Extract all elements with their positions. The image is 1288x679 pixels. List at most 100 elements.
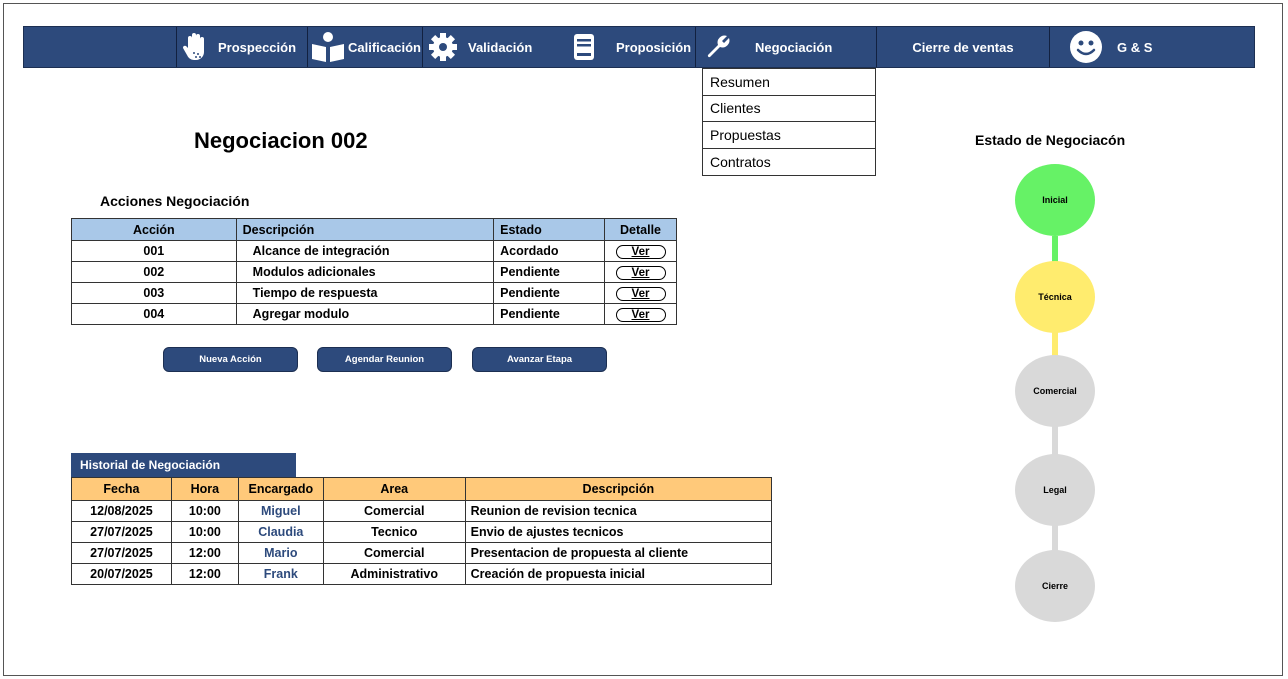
table-row: 27/07/2025 12:00 Mario Comercial Present…	[71, 542, 773, 564]
user-menu[interactable]: G & S	[1069, 27, 1179, 67]
detail-cell: Ver	[604, 261, 677, 283]
nav-label: Calificación	[348, 39, 421, 55]
detail-cell: Ver	[604, 240, 677, 262]
nav-label: Cierre de ventas	[912, 39, 1014, 55]
actions-section-title: Acciones Negociación	[100, 193, 250, 209]
history-table: Fecha Hora Encargado Area Descripción 12…	[71, 477, 773, 585]
ver-button[interactable]: Ver	[615, 286, 666, 301]
table-header-row: Fecha Hora Encargado Area Descripción	[71, 477, 773, 501]
action-id: 004	[71, 303, 237, 325]
dropdown-item-clientes[interactable]: Clientes	[703, 96, 875, 122]
status-panel-title: Estado de Negociacón	[975, 132, 1126, 148]
column-header: Estado	[493, 218, 606, 241]
dropdown-item-contratos[interactable]: Contratos	[703, 149, 875, 176]
nav-label: Negociación	[755, 39, 833, 55]
nav-divider	[1049, 27, 1050, 67]
stage-comercial: Comercial	[1015, 355, 1095, 427]
column-header: Detalle	[604, 218, 677, 241]
nav-divider	[176, 27, 177, 67]
nueva-accion-button[interactable]: Nueva Acción	[163, 347, 298, 372]
column-header: Fecha	[71, 477, 172, 501]
nav-item-prospeccion[interactable]: Prospección	[182, 27, 302, 67]
stage-legal: Legal	[1015, 454, 1095, 526]
stage-connector	[1052, 236, 1058, 262]
table-row: 27/07/2025 10:00 Claudia Tecnico Envio d…	[71, 521, 773, 543]
history-owner: Miguel	[237, 500, 324, 522]
column-header: Hora	[170, 477, 239, 501]
history-owner: Claudia	[237, 521, 324, 543]
action-status: Pendiente	[493, 282, 606, 304]
action-description: Tiempo de respuesta	[235, 282, 495, 304]
history-date: 20/07/2025	[71, 563, 172, 585]
stage-tecnica: Técnica	[1015, 261, 1095, 333]
ver-button[interactable]: Ver	[615, 307, 666, 322]
action-description: Agregar modulo	[235, 303, 495, 325]
stage-inicial: Inicial	[1015, 164, 1095, 236]
action-id: 001	[71, 240, 237, 262]
table-row: 002 Modulos adicionales Pendiente Ver	[71, 261, 677, 283]
book-icon	[572, 32, 596, 62]
history-tab[interactable]: Historial de Negociación	[71, 453, 296, 477]
user-name: G & S	[1117, 39, 1153, 55]
history-time: 12:00	[170, 542, 239, 564]
reader-icon	[310, 31, 346, 63]
avanzar-etapa-button[interactable]: Avanzar Etapa	[472, 347, 607, 372]
history-description: Envio de ajustes tecnicos	[464, 521, 773, 543]
column-header: Area	[322, 477, 466, 501]
column-header: Descripción	[235, 218, 495, 241]
history-area: Tecnico	[322, 521, 466, 543]
table-row: 20/07/2025 12:00 Frank Administrativo Cr…	[71, 563, 773, 585]
nav-item-calificacion[interactable]: Calificación	[310, 27, 422, 67]
stage-cierre: Cierre	[1015, 550, 1095, 622]
history-area: Administrativo	[322, 563, 466, 585]
history-date: 27/07/2025	[71, 542, 172, 564]
dropdown-item-propuestas[interactable]: Propuestas	[703, 122, 875, 149]
column-header: Acción	[71, 218, 237, 241]
nav-item-cierre-ventas[interactable]: Cierre de ventas	[877, 27, 1049, 67]
agendar-reunion-button[interactable]: Agendar Reunion	[317, 347, 452, 372]
nav-item-validacion[interactable]: Validación	[428, 27, 558, 67]
action-description: Modulos adicionales	[235, 261, 495, 283]
action-status: Acordado	[493, 240, 606, 262]
history-date: 12/08/2025	[71, 500, 172, 522]
nav-label: Prospección	[218, 39, 297, 55]
negociacion-dropdown: Resumen Clientes Propuestas Contratos	[702, 68, 876, 176]
history-description: Reunion de revision tecnica	[464, 500, 773, 522]
nav-divider	[307, 27, 308, 67]
column-header: Encargado	[237, 477, 324, 501]
stage-connector	[1052, 330, 1058, 356]
history-area: Comercial	[322, 542, 466, 564]
action-id: 002	[71, 261, 237, 283]
nav-item-negociacion[interactable]: Negociación	[704, 27, 874, 67]
nav-label: Validación	[468, 39, 533, 55]
action-description: Alcance de integración	[235, 240, 495, 262]
history-description: Presentacion de propuesta al cliente	[464, 542, 773, 564]
action-status: Pendiente	[493, 261, 606, 283]
detail-cell: Ver	[604, 282, 677, 304]
table-row: 12/08/2025 10:00 Miguel Comercial Reunio…	[71, 500, 773, 522]
nav-item-proposicion[interactable]: Proposición	[572, 27, 700, 67]
history-time: 12:00	[170, 563, 239, 585]
stage-connector	[1052, 523, 1058, 553]
column-header: Descripción	[464, 477, 773, 501]
history-time: 10:00	[170, 500, 239, 522]
ver-button[interactable]: Ver	[615, 244, 666, 259]
stage-connector	[1052, 425, 1058, 455]
dropdown-item-resumen[interactable]: Resumen	[703, 69, 875, 96]
action-id: 003	[71, 282, 237, 304]
ver-button[interactable]: Ver	[615, 265, 666, 280]
table-row: 003 Tiempo de respuesta Pendiente Ver	[71, 282, 677, 304]
actions-table: Acción Descripción Estado Detalle 001 Al…	[71, 218, 677, 325]
history-area: Comercial	[322, 500, 466, 522]
detail-cell: Ver	[604, 303, 677, 325]
history-owner: Mario	[237, 542, 324, 564]
nav-divider	[695, 27, 696, 67]
history-owner: Frank	[237, 563, 324, 585]
nav-label: Proposición	[616, 39, 692, 55]
history-description: Creación de propuesta inicial	[464, 563, 773, 585]
top-navigation: Prospección Calificación Validación Prop…	[23, 26, 1255, 68]
wrench-icon	[704, 33, 732, 61]
table-header-row: Acción Descripción Estado Detalle	[71, 218, 677, 241]
history-date: 27/07/2025	[71, 521, 172, 543]
table-row: 004 Agregar modulo Pendiente Ver	[71, 303, 677, 325]
